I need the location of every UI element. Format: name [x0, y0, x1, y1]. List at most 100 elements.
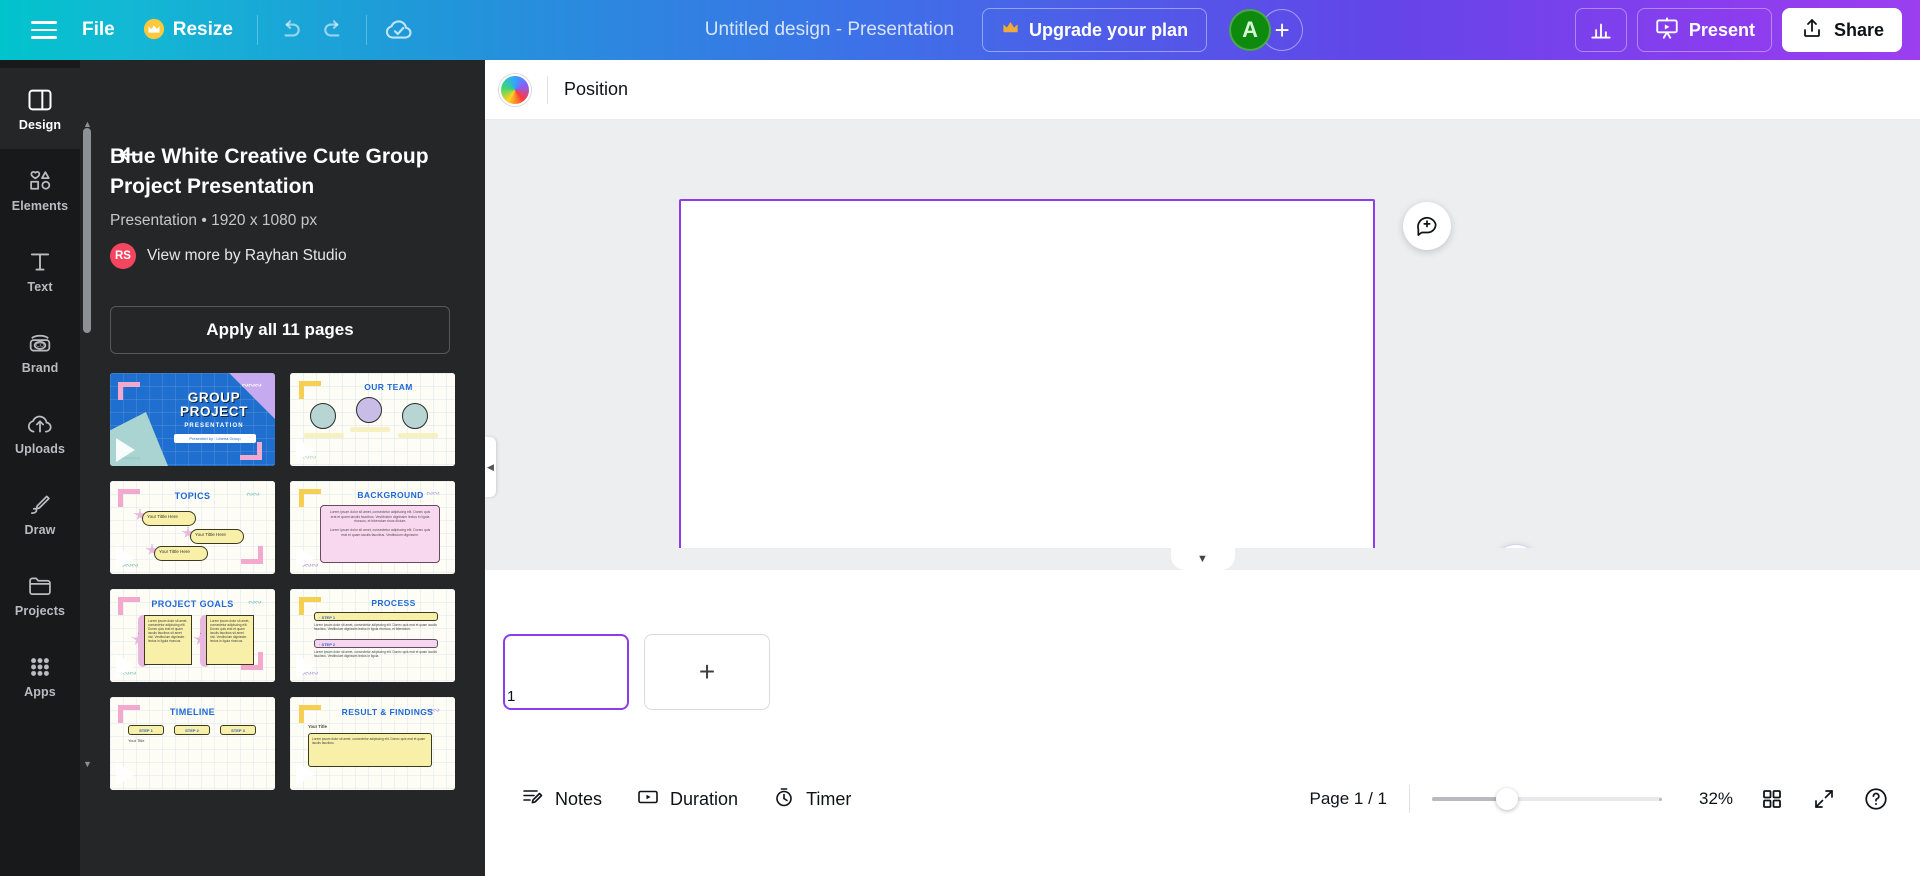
zoom-slider[interactable]: [1432, 788, 1662, 810]
avatar[interactable]: A: [1229, 9, 1272, 51]
page-thumbnail-1[interactable]: [503, 634, 629, 710]
thumb-subheading: STEP 1: [139, 728, 153, 733]
thumb-heading: TOPICS: [174, 491, 211, 501]
thumb-caption: Your Title: [308, 724, 327, 729]
add-page-button[interactable]: +: [644, 634, 770, 710]
thumb-subheading: PRESENTATION: [184, 423, 244, 429]
apply-all-pages-button[interactable]: Apply all 11 pages: [110, 306, 450, 354]
top-toolbar: File Resize Untitled design - Presentati…: [0, 0, 1920, 60]
position-button[interactable]: Position: [564, 79, 628, 100]
toolbar-divider-1: [256, 15, 258, 45]
template-thumbnail[interactable]: ∾∾∾ ∾∾∾ GROUP PROJECT PRESENTATION Prese…: [110, 373, 275, 466]
upgrade-plan-button[interactable]: Upgrade your plan: [982, 8, 1208, 52]
template-thumbnail[interactable]: ∾∾ ∾∾∾ PROJECT GOALS Lorem ipsum dolor s…: [110, 589, 275, 682]
notes-button[interactable]: Notes: [507, 777, 616, 821]
play-overlay-icon[interactable]: [116, 762, 135, 786]
redo-icon[interactable]: [312, 8, 356, 52]
timer-button[interactable]: Timer: [758, 777, 865, 821]
thumb-heading: PROCESS: [371, 598, 416, 608]
top-toolbar-right: Present Share: [1574, 8, 1920, 52]
share-button[interactable]: Share: [1781, 8, 1902, 52]
thumb-heading: BACKGROUND: [357, 490, 424, 500]
template-author-link[interactable]: RS View more by Rayhan Studio: [110, 243, 347, 269]
template-thumbnail[interactable]: ∾∾ ∾∾∾ BACKGROUND Lorem ipsum dolor sit …: [290, 481, 455, 574]
sidebar-item-label: Draw: [24, 522, 56, 537]
editor-toolbar: Position: [485, 60, 1920, 120]
chevron-down-icon[interactable]: ▼: [1170, 548, 1235, 570]
panel-scrollbar-thumb[interactable]: [83, 128, 91, 333]
play-overlay-icon[interactable]: [296, 762, 315, 786]
file-menu-button[interactable]: File: [68, 10, 129, 50]
collapse-panel-icon[interactable]: ◀: [485, 437, 496, 497]
play-overlay-icon[interactable]: [296, 438, 315, 462]
template-meta: Presentation • 1920 x 1080 px: [110, 212, 318, 229]
rainbow-color-swatch[interactable]: [499, 73, 531, 106]
sidebar-item-uploads[interactable]: Uploads: [0, 392, 80, 473]
sidebar-item-brand[interactable]: CO Brand: [0, 311, 80, 392]
play-overlay-icon[interactable]: [296, 546, 315, 570]
author-avatar: RS: [110, 243, 136, 269]
brand-kit-icon: CO: [26, 329, 54, 357]
grid-view-icon[interactable]: [1750, 777, 1794, 821]
scroll-up-arrow-icon[interactable]: ▲: [83, 120, 92, 129]
editor-toolbar-divider: [547, 75, 548, 104]
canvas-area: ◀: [485, 120, 1920, 593]
top-toolbar-left: File Resize: [0, 8, 421, 52]
undo-icon[interactable]: [268, 8, 312, 52]
present-button[interactable]: Present: [1636, 8, 1772, 52]
sidebar-item-elements[interactable]: Elements: [0, 149, 80, 230]
play-overlay-icon[interactable]: [296, 654, 315, 678]
page-thumbnail-number: 1: [507, 688, 516, 705]
template-thumbnail[interactable]: TIMELINE STEP 1 STEP 2 STEP 3 Your Title: [110, 697, 275, 790]
sidebar-item-draw[interactable]: Draw: [0, 473, 80, 554]
design-layout-icon: [26, 86, 54, 114]
sidebar-item-label: Text: [27, 279, 53, 294]
duration-button[interactable]: Duration: [622, 777, 752, 821]
canvas-collapse-strip: ▼: [485, 548, 1920, 570]
notes-pencil-icon: [521, 785, 545, 814]
bar-chart-icon[interactable]: [1574, 8, 1627, 52]
bottom-toolbar-divider: [1409, 785, 1410, 813]
play-overlay-icon[interactable]: [116, 654, 135, 678]
sidebar-item-design[interactable]: Design: [0, 68, 80, 149]
share-label: Share: [1833, 19, 1884, 40]
zoom-slider-thumb[interactable]: [1496, 788, 1518, 810]
sidebar-item-label: Design: [18, 117, 62, 132]
sidebar-item-label: Projects: [14, 603, 66, 618]
cloud-saved-icon[interactable]: [377, 8, 421, 52]
design-panel: ▲ ▼ Blue White Creative Cute Group Proje…: [80, 60, 485, 876]
sidebar-item-projects[interactable]: Projects: [0, 554, 80, 635]
zoom-percent-label[interactable]: 32%: [1690, 789, 1742, 809]
scroll-down-arrow-icon[interactable]: ▼: [83, 760, 92, 769]
sidebar-item-apps[interactable]: Apps: [0, 635, 80, 716]
present-screen-icon: [1654, 15, 1680, 46]
sidebar-item-text[interactable]: Text: [0, 230, 80, 311]
thumb-heading: PROJECT GOALS: [151, 599, 234, 609]
fullscreen-expand-icon[interactable]: [1802, 777, 1846, 821]
thumb-caption: · STEP 2: [319, 642, 336, 647]
thumb-heading: GROUP PROJECT: [180, 390, 248, 419]
play-overlay-icon[interactable]: [116, 438, 135, 462]
template-thumbnail[interactable]: ∾∾∾ PROCESS · STEP 1 Lorem ipsum dolor s…: [290, 589, 455, 682]
resize-button[interactable]: Resize: [129, 10, 247, 50]
document-title[interactable]: Untitled design - Presentation: [693, 11, 966, 49]
play-overlay-icon[interactable]: [116, 546, 135, 570]
sidebar-item-label: Apps: [24, 684, 56, 699]
projects-folder-icon: [26, 572, 54, 600]
template-title: Blue White Creative Cute Group Project P…: [110, 145, 429, 198]
template-thumbnail[interactable]: ∾∾ ∾∾∾ TOPICS Your Tittle Here Your Titt…: [110, 481, 275, 574]
add-comment-icon[interactable]: [1403, 202, 1451, 250]
editor-area: Position ◀ ▼ 1 + Notes Duration Timer Pa…: [485, 60, 1920, 876]
page-thumbnails-strip: 1 +: [485, 570, 1920, 722]
sidebar-item-label: Uploads: [14, 441, 65, 456]
template-thumbnail[interactable]: ∾∾∾ OUR TEAM: [290, 373, 455, 466]
bottom-toolbar-right: Page 1 / 1 32%: [1309, 777, 1898, 821]
author-label: View more by Rayhan Studio: [147, 247, 347, 264]
zoom-min-dot: [1432, 797, 1435, 801]
bottom-toolbar: Notes Duration Timer Page 1 / 1 32%: [485, 722, 1920, 876]
template-thumbnail[interactable]: ∾∾ RESULT & FINDINGS Your Title Lorem ip…: [290, 697, 455, 790]
hamburger-icon[interactable]: [20, 10, 68, 50]
slide-canvas[interactable]: [679, 199, 1375, 593]
file-menu-label: File: [82, 19, 115, 40]
help-question-icon[interactable]: [1854, 777, 1898, 821]
